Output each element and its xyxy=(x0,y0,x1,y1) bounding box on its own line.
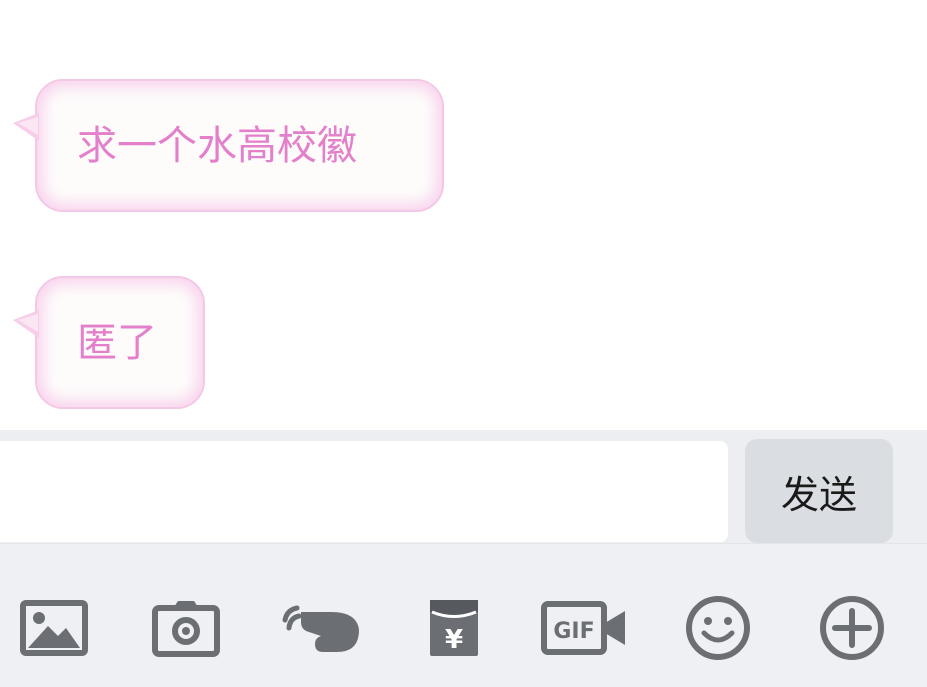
bubble-tail xyxy=(13,310,39,338)
toolbar: ¥ GIF xyxy=(0,543,927,687)
message-text: 匿了 xyxy=(77,319,157,366)
emoji-icon[interactable] xyxy=(682,592,754,664)
plus-icon[interactable] xyxy=(816,592,888,664)
camera-icon[interactable] xyxy=(150,592,222,664)
gif-label: GIF xyxy=(553,619,594,644)
message-list[interactable]: 求一个水高校徽 匿了 xyxy=(0,0,927,430)
gif-icon[interactable]: GIF xyxy=(540,592,630,664)
chat-screen: 求一个水高校徽 匿了 发送 ¥ GIF xyxy=(0,0,927,687)
message-text: 求一个水高校徽 xyxy=(77,122,357,169)
message-input[interactable] xyxy=(0,441,728,542)
image-icon[interactable] xyxy=(18,592,90,664)
poke-hand-icon[interactable] xyxy=(278,592,364,664)
bubble-tail xyxy=(13,113,39,141)
message-bubble[interactable]: 匿了 xyxy=(13,276,205,409)
send-button[interactable]: 发送 xyxy=(745,439,893,543)
input-bar: 发送 xyxy=(0,430,927,543)
yuan-glyph: ¥ xyxy=(445,625,463,655)
message-bubble[interactable]: 求一个水高校徽 xyxy=(13,79,444,212)
red-packet-icon[interactable]: ¥ xyxy=(418,592,490,664)
